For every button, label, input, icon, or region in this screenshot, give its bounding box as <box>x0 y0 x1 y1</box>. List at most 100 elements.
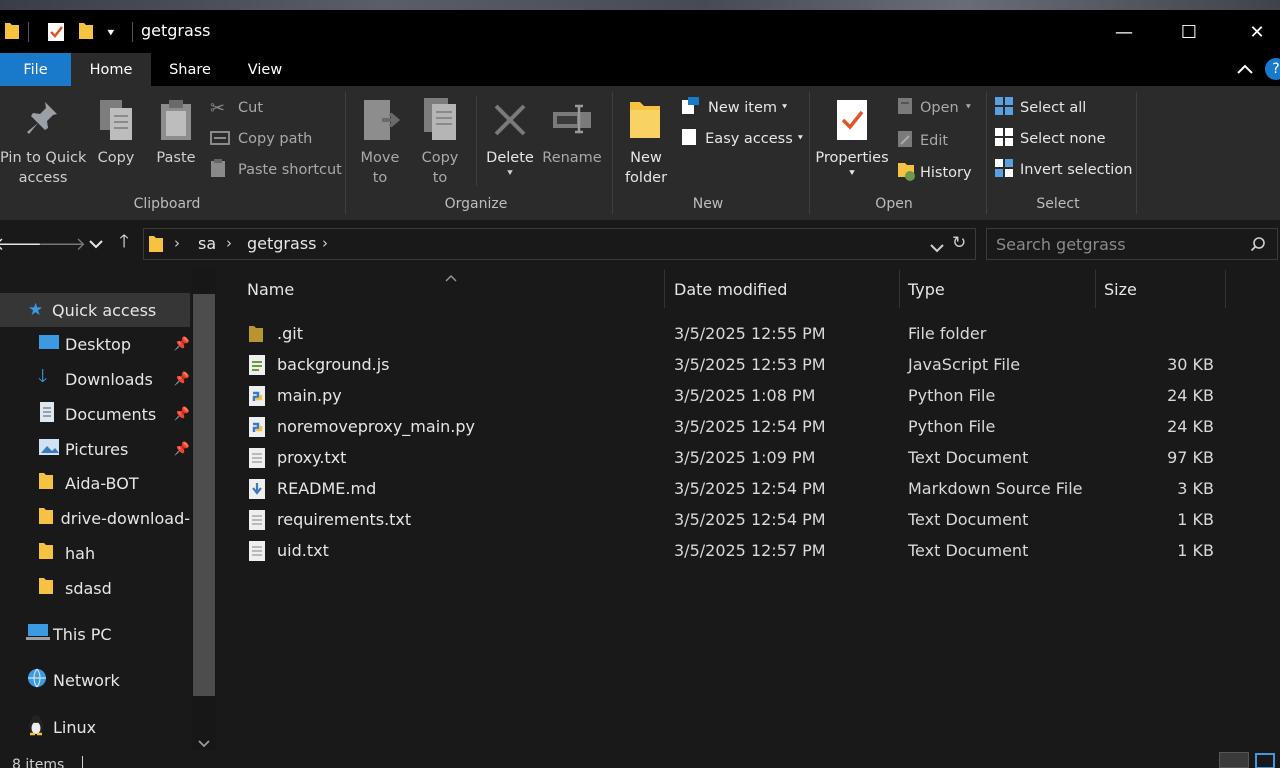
breadcrumb-item-sa[interactable]: sa <box>198 234 216 253</box>
column-separator[interactable] <box>1225 270 1226 308</box>
file-size: 3 KB <box>1177 479 1214 498</box>
nav-item-desktop[interactable]: Desktop 📌 <box>0 327 190 361</box>
recent-locations-chevron-icon[interactable] <box>82 230 110 258</box>
table-row[interactable]: proxy.txt 3/5/2025 1:09 PM Text Document 97… <box>244 442 1244 473</box>
up-arrow-icon[interactable]: 🡑 <box>110 230 138 258</box>
column-header-date-modified[interactable]: Date modified <box>674 270 898 308</box>
nav-item-linux[interactable]: Linux <box>0 710 190 744</box>
file-name: noremoveproxy_main.py <box>277 417 475 436</box>
open-button[interactable]: Open ⯆ <box>896 96 986 120</box>
help-icon[interactable]: ? <box>1265 58 1280 80</box>
table-row[interactable]: requirements.txt 3/5/2025 12:54 PM Text Do… <box>244 504 1244 535</box>
invert-selection-icon <box>994 158 1018 182</box>
column-separator[interactable] <box>1095 270 1096 308</box>
close-button[interactable]: ✕ <box>1243 18 1271 46</box>
cut-button[interactable]: ✂ Cut <box>210 96 342 120</box>
tab-home[interactable]: Home <box>71 53 151 86</box>
tab-view[interactable]: View <box>229 53 301 86</box>
address-dropdown-chevron-icon[interactable] <box>930 238 944 257</box>
ribbon-group-separator <box>1136 92 1137 214</box>
column-header-size[interactable]: Size <box>1104 270 1224 308</box>
table-row[interactable]: README.md 3/5/2025 12:54 PM Markdown Sourc… <box>244 473 1244 504</box>
file-name: requirements.txt <box>277 510 412 529</box>
new-folder-button[interactable]: New folder <box>618 94 674 190</box>
column-header-type[interactable]: Type <box>908 270 1094 308</box>
edit-button[interactable]: Edit <box>896 129 986 153</box>
nav-item-label: Linux <box>53 717 97 737</box>
breadcrumb-item-getgrass[interactable]: getgrass <box>247 234 316 253</box>
select-all-button[interactable]: Select all <box>994 96 1134 120</box>
paste-shortcut-button[interactable]: Paste shortcut <box>210 158 342 182</box>
invert-selection-button[interactable]: Invert selection <box>994 158 1134 182</box>
history-button[interactable]: History <box>896 161 986 185</box>
column-separator[interactable] <box>664 270 665 308</box>
file-name: .git <box>277 324 303 343</box>
large-icons-view-button[interactable] <box>1252 752 1278 768</box>
table-row[interactable]: main.py 3/5/2025 1:08 PM Python File 24 KB <box>244 380 1244 411</box>
copy-path-icon <box>210 130 232 149</box>
tab-file[interactable]: File <box>0 53 71 86</box>
tab-share[interactable]: Share <box>151 53 229 86</box>
breadcrumb-separator-icon[interactable]: › <box>322 234 328 252</box>
pin-to-quick-access-button[interactable]: Pin to Quick access <box>0 94 86 190</box>
forward-arrow-icon[interactable]: 🡒 <box>38 230 86 258</box>
copy-button[interactable]: Copy <box>90 94 142 190</box>
properties-dropdown-icon[interactable]: ⯆ <box>814 168 890 179</box>
edit-icon <box>896 129 918 153</box>
nav-item-quick-access[interactable]: ★ Quick access <box>0 293 190 327</box>
copy-to-button[interactable]: Copy to <box>412 94 468 190</box>
nav-item-downloads[interactable]: 🡓 Downloads 📌 <box>0 362 190 396</box>
nav-item-network[interactable]: Network <box>0 663 190 697</box>
column-separator[interactable] <box>899 270 900 308</box>
details-view-button[interactable] <box>1219 752 1249 768</box>
refresh-icon[interactable]: ↻ <box>952 233 966 253</box>
nav-item-drive-download[interactable]: drive-download- <box>0 501 190 535</box>
search-icon[interactable] <box>1250 236 1266 256</box>
delete-dropdown-icon[interactable]: ⯆ <box>482 168 538 179</box>
search-input[interactable]: Search getgrass <box>996 235 1126 254</box>
nav-scrollbar-thumb[interactable] <box>193 294 215 696</box>
minimize-button[interactable]: — <box>1110 18 1138 46</box>
nav-item-label: Documents <box>65 404 157 424</box>
select-none-button[interactable]: Select none <box>994 127 1134 151</box>
invert-selection-label: Invert selection <box>1020 162 1133 178</box>
file-type: Markdown Source File <box>908 479 1083 498</box>
delete-button[interactable]: Delete ⯆ <box>482 94 538 190</box>
customize-quick-access-dropdown-icon[interactable]: ⯆ <box>106 26 116 41</box>
properties-button[interactable]: Properties ⯆ <box>814 94 890 190</box>
folder-icon <box>148 234 164 258</box>
move-to-button[interactable]: Move to <box>352 94 408 190</box>
paste-button[interactable]: Paste <box>150 94 202 190</box>
nav-item-pictures[interactable]: Pictures 📌 <box>0 432 190 466</box>
table-row[interactable]: uid.txt 3/5/2025 12:57 PM Text Document 1 K… <box>244 535 1244 566</box>
maximize-button[interactable]: ☐ <box>1175 18 1203 46</box>
nav-item-this-pc[interactable]: This PC <box>0 617 190 651</box>
back-arrow-icon[interactable]: 🡐 <box>0 230 42 258</box>
table-row[interactable]: background.js 3/5/2025 12:53 PM JavaScript… <box>244 349 1244 380</box>
nav-item-hah[interactable]: hah <box>0 536 190 570</box>
easy-access-button[interactable]: Easy access ⯆ <box>680 127 804 151</box>
table-row[interactable]: noremoveproxy_main.py 3/5/2025 12:54 PM Py… <box>244 411 1244 442</box>
breadcrumb-separator-icon[interactable]: › <box>226 234 232 252</box>
pin-label-line1: Pin to Quick <box>0 150 87 166</box>
easy-access-label: Easy access <box>705 131 793 147</box>
file-size: 24 KB <box>1167 386 1214 405</box>
js-file-icon <box>248 349 272 380</box>
text-file-icon <box>248 535 272 566</box>
copy-path-button[interactable]: Copy path <box>210 127 342 151</box>
column-header-name[interactable]: Name <box>247 270 663 308</box>
open-group-label: Open <box>875 196 913 212</box>
nav-item-label: Desktop <box>65 334 131 354</box>
paste-shortcut-label: Paste shortcut <box>238 162 342 178</box>
new-item-button[interactable]: New item ⯆ <box>680 96 804 120</box>
new-folder-quick-icon[interactable] <box>78 21 94 45</box>
nav-item-aida-bot[interactable]: Aida-BOT <box>0 466 190 500</box>
nav-item-sdasd[interactable]: sdasd <box>0 571 190 605</box>
item-count: 8 items <box>12 757 65 768</box>
breadcrumb-separator-icon[interactable]: › <box>174 234 180 252</box>
table-row[interactable]: .git 3/5/2025 12:55 PM File folder <box>244 318 1244 349</box>
rename-button[interactable]: Rename <box>540 94 604 190</box>
collapse-ribbon-icon[interactable] <box>1234 58 1256 80</box>
properties-quick-icon[interactable] <box>46 21 66 47</box>
nav-item-documents[interactable]: Documents 📌 <box>0 397 190 431</box>
